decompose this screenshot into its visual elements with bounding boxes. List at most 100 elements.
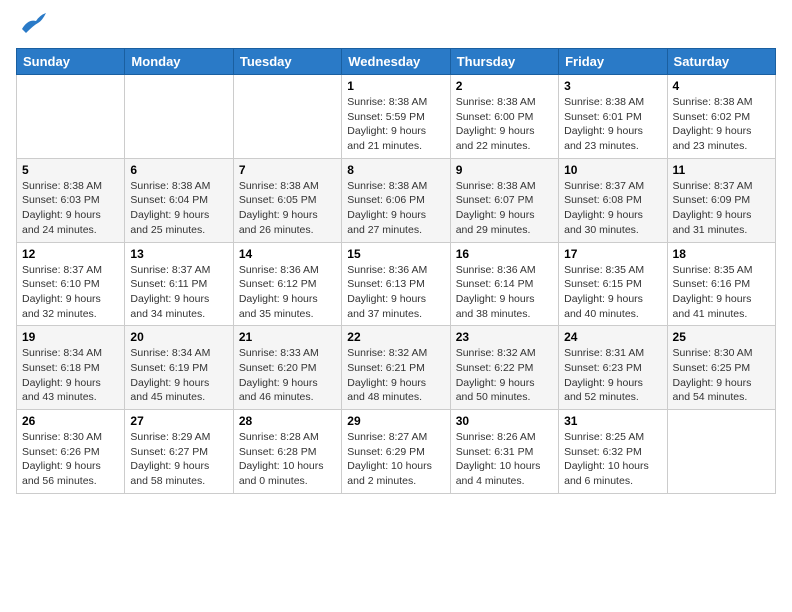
calendar-cell: 31 Sunrise: 8:25 AMSunset: 6:32 PMDayligh… [559,410,667,494]
calendar-cell [17,75,125,159]
calendar-cell: 6 Sunrise: 8:38 AMSunset: 6:04 PMDaylight… [125,158,233,242]
day-number: 20 [130,330,227,344]
day-number: 30 [456,414,553,428]
calendar-cell: 2 Sunrise: 8:38 AMSunset: 6:00 PMDaylight… [450,75,558,159]
day-number: 11 [673,163,770,177]
day-info: Sunrise: 8:31 AMSunset: 6:23 PMDaylight:… [564,346,661,405]
weekday-header-thursday: Thursday [450,49,558,75]
weekday-header-wednesday: Wednesday [342,49,450,75]
day-number: 2 [456,79,553,93]
day-info: Sunrise: 8:36 AMSunset: 6:13 PMDaylight:… [347,263,444,322]
day-number: 21 [239,330,336,344]
weekday-header-saturday: Saturday [667,49,775,75]
calendar-cell: 16 Sunrise: 8:36 AMSunset: 6:14 PMDayligh… [450,242,558,326]
calendar-week-row: 12 Sunrise: 8:37 AMSunset: 6:10 PMDayligh… [17,242,776,326]
calendar-cell: 20 Sunrise: 8:34 AMSunset: 6:19 PMDayligh… [125,326,233,410]
calendar-cell: 19 Sunrise: 8:34 AMSunset: 6:18 PMDayligh… [17,326,125,410]
day-info: Sunrise: 8:27 AMSunset: 6:29 PMDaylight:… [347,430,444,489]
calendar-cell: 15 Sunrise: 8:36 AMSunset: 6:13 PMDayligh… [342,242,450,326]
calendar-cell: 17Sunrise: 8:35 AMSunset: 6:15 PMDayligh… [559,242,667,326]
calendar-cell: 1 Sunrise: 8:38 AMSunset: 5:59 PMDaylight… [342,75,450,159]
day-number: 7 [239,163,336,177]
calendar-table: SundayMondayTuesdayWednesdayThursdayFrid… [16,48,776,494]
calendar-cell: 10 Sunrise: 8:37 AMSunset: 6:08 PMDayligh… [559,158,667,242]
calendar-cell: 30 Sunrise: 8:26 AMSunset: 6:31 PMDayligh… [450,410,558,494]
calendar-cell: 3 Sunrise: 8:38 AMSunset: 6:01 PMDaylight… [559,75,667,159]
weekday-header-monday: Monday [125,49,233,75]
calendar-cell: 11 Sunrise: 8:37 AMSunset: 6:09 PMDayligh… [667,158,775,242]
day-number: 5 [22,163,119,177]
day-info: Sunrise: 8:37 AMSunset: 6:09 PMDaylight:… [673,179,770,238]
logo-bird-icon [18,11,46,33]
day-info: Sunrise: 8:28 AMSunset: 6:28 PMDaylight:… [239,430,336,489]
day-info: Sunrise: 8:38 AMSunset: 6:04 PMDaylight:… [130,179,227,238]
calendar-cell: 12 Sunrise: 8:37 AMSunset: 6:10 PMDayligh… [17,242,125,326]
day-number: 1 [347,79,444,93]
calendar-cell: 21 Sunrise: 8:33 AMSunset: 6:20 PMDayligh… [233,326,341,410]
day-info: Sunrise: 8:36 AMSunset: 6:14 PMDaylight:… [456,263,553,322]
weekday-header-sunday: Sunday [17,49,125,75]
day-number: 10 [564,163,661,177]
calendar-cell: 24 Sunrise: 8:31 AMSunset: 6:23 PMDayligh… [559,326,667,410]
day-number: 16 [456,247,553,261]
day-number: 14 [239,247,336,261]
calendar-week-row: 26Sunrise: 8:30 AMSunset: 6:26 PMDayligh… [17,410,776,494]
calendar-cell: 4 Sunrise: 8:38 AMSunset: 6:02 PMDaylight… [667,75,775,159]
day-info: Sunrise: 8:30 AMSunset: 6:25 PMDaylight:… [673,346,770,405]
day-number: 25 [673,330,770,344]
calendar-cell: 28 Sunrise: 8:28 AMSunset: 6:28 PMDayligh… [233,410,341,494]
calendar-cell: 7 Sunrise: 8:38 AMSunset: 6:05 PMDaylight… [233,158,341,242]
day-number: 13 [130,247,227,261]
day-number: 15 [347,247,444,261]
day-number: 12 [22,247,119,261]
day-info: Sunrise: 8:34 AMSunset: 6:18 PMDaylight:… [22,346,119,405]
logo [16,16,46,38]
day-number: 18 [673,247,770,261]
day-info: Sunrise: 8:37 AMSunset: 6:11 PMDaylight:… [130,263,227,322]
calendar-cell: 29 Sunrise: 8:27 AMSunset: 6:29 PMDayligh… [342,410,450,494]
calendar-cell: 18 Sunrise: 8:35 AMSunset: 6:16 PMDayligh… [667,242,775,326]
day-number: 9 [456,163,553,177]
day-info: Sunrise: 8:32 AMSunset: 6:21 PMDaylight:… [347,346,444,405]
day-info: Sunrise: 8:38 AMSunset: 6:02 PMDaylight:… [673,95,770,154]
day-number: 8 [347,163,444,177]
calendar-cell: 27Sunrise: 8:29 AMSunset: 6:27 PMDayligh… [125,410,233,494]
calendar-cell: 9 Sunrise: 8:38 AMSunset: 6:07 PMDaylight… [450,158,558,242]
calendar-cell: 22 Sunrise: 8:32 AMSunset: 6:21 PMDayligh… [342,326,450,410]
calendar-cell: 25 Sunrise: 8:30 AMSunset: 6:25 PMDayligh… [667,326,775,410]
calendar-week-row: 19 Sunrise: 8:34 AMSunset: 6:18 PMDayligh… [17,326,776,410]
day-number: 3 [564,79,661,93]
day-info: Sunrise: 8:25 AMSunset: 6:32 PMDaylight:… [564,430,661,489]
day-number: 22 [347,330,444,344]
weekday-header-tuesday: Tuesday [233,49,341,75]
day-info: Sunrise: 8:37 AMSunset: 6:10 PMDaylight:… [22,263,119,322]
calendar-cell [233,75,341,159]
day-info: Sunrise: 8:33 AMSunset: 6:20 PMDaylight:… [239,346,336,405]
day-number: 24 [564,330,661,344]
calendar-cell: 13 Sunrise: 8:37 AMSunset: 6:11 PMDayligh… [125,242,233,326]
calendar-cell: 5 Sunrise: 8:38 AMSunset: 6:03 PMDaylight… [17,158,125,242]
day-info: Sunrise: 8:38 AMSunset: 6:01 PMDaylight:… [564,95,661,154]
day-number: 4 [673,79,770,93]
day-number: 19 [22,330,119,344]
calendar-cell: 23Sunrise: 8:32 AMSunset: 6:22 PMDayligh… [450,326,558,410]
day-info: Sunrise: 8:35 AMSunset: 6:16 PMDaylight:… [673,263,770,322]
day-info: Sunrise: 8:37 AMSunset: 6:08 PMDaylight:… [564,179,661,238]
calendar-cell [667,410,775,494]
day-info: Sunrise: 8:38 AMSunset: 6:05 PMDaylight:… [239,179,336,238]
calendar-cell: 14Sunrise: 8:36 AMSunset: 6:12 PMDayligh… [233,242,341,326]
calendar-cell [125,75,233,159]
day-info: Sunrise: 8:38 AMSunset: 5:59 PMDaylight:… [347,95,444,154]
day-info: Sunrise: 8:26 AMSunset: 6:31 PMDaylight:… [456,430,553,489]
day-number: 29 [347,414,444,428]
day-info: Sunrise: 8:38 AMSunset: 6:07 PMDaylight:… [456,179,553,238]
calendar-cell: 26Sunrise: 8:30 AMSunset: 6:26 PMDayligh… [17,410,125,494]
day-number: 6 [130,163,227,177]
day-info: Sunrise: 8:38 AMSunset: 6:03 PMDaylight:… [22,179,119,238]
calendar-cell: 8Sunrise: 8:38 AMSunset: 6:06 PMDaylight… [342,158,450,242]
day-number: 28 [239,414,336,428]
day-info: Sunrise: 8:38 AMSunset: 6:00 PMDaylight:… [456,95,553,154]
day-info: Sunrise: 8:34 AMSunset: 6:19 PMDaylight:… [130,346,227,405]
day-info: Sunrise: 8:32 AMSunset: 6:22 PMDaylight:… [456,346,553,405]
day-number: 31 [564,414,661,428]
